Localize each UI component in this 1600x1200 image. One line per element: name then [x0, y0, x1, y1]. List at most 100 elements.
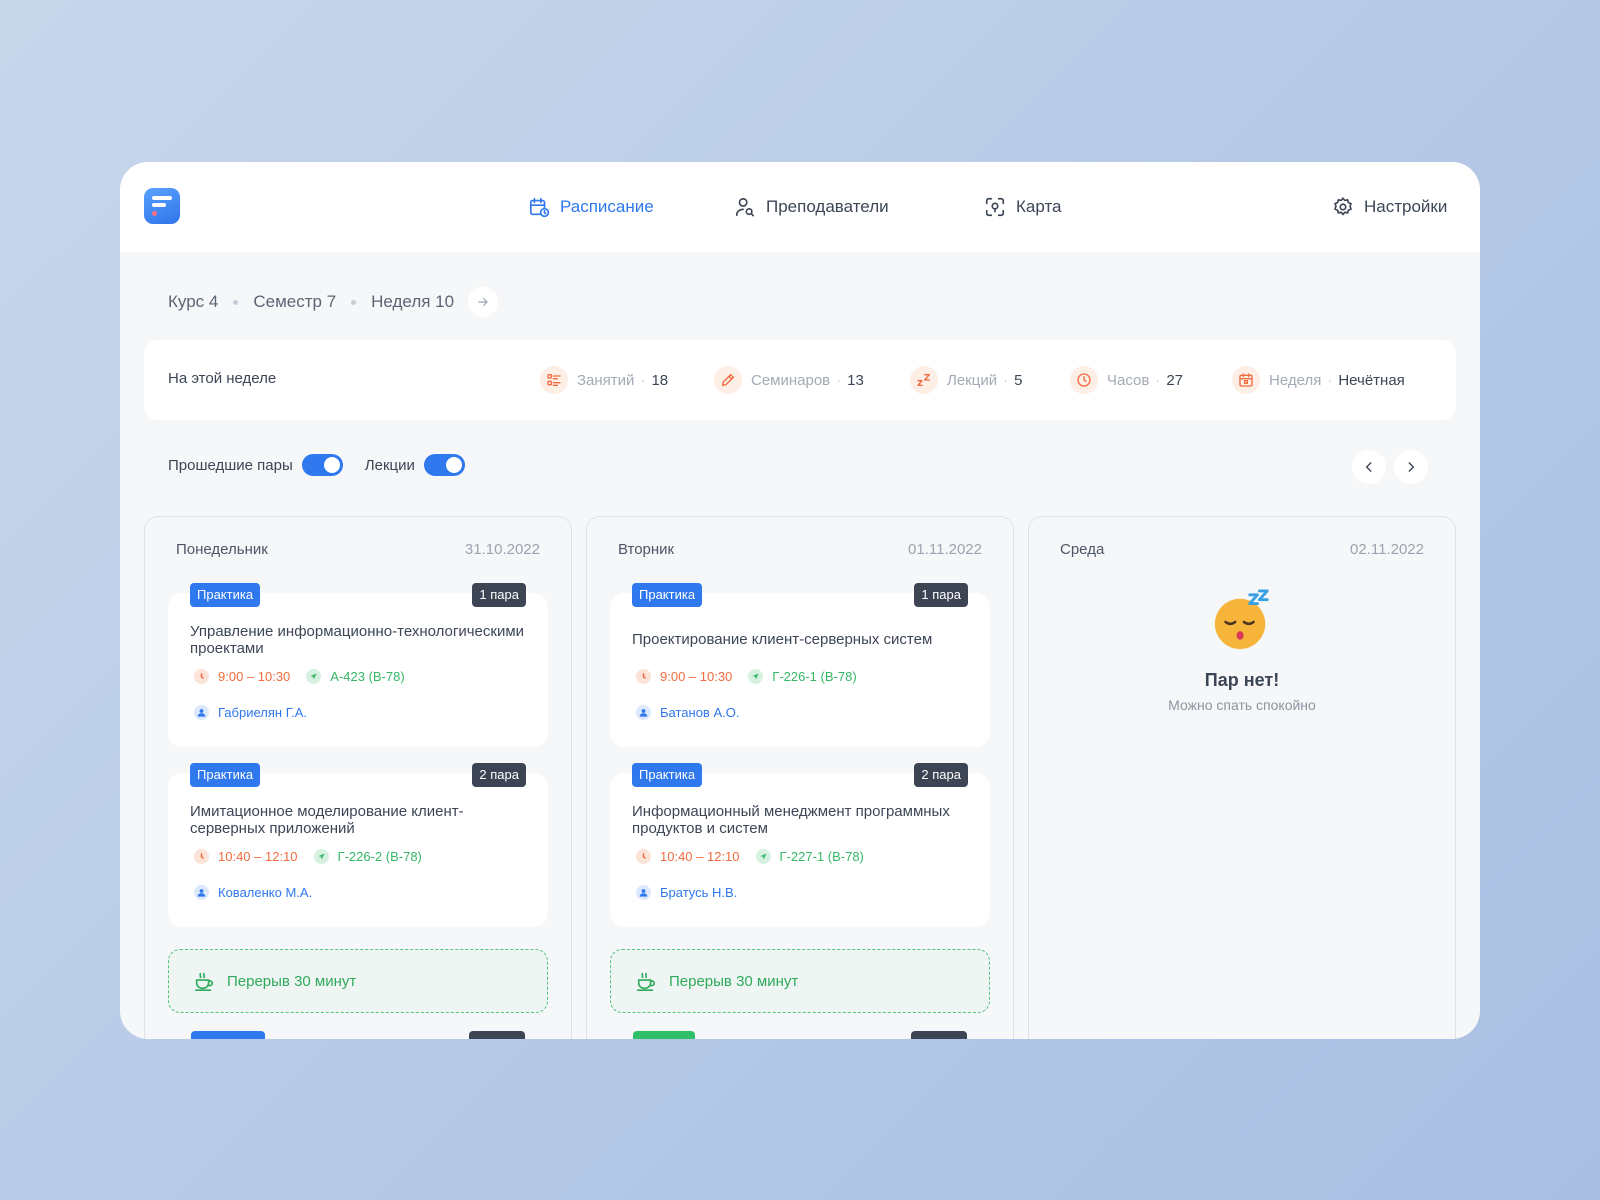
lesson-type-badge: Практика [632, 763, 703, 787]
lesson-time: 9:00 – 10:30 [660, 669, 733, 684]
lesson-slot-badge: 1 пара [472, 583, 526, 607]
next-week-button[interactable] [468, 287, 499, 317]
stat-label: Часов [1107, 371, 1150, 389]
chevron-left-icon [1365, 462, 1372, 472]
location-icon [306, 669, 322, 684]
stat-value: 27 [1166, 371, 1184, 389]
coffee-cup-icon [194, 972, 214, 991]
stat-value: 18 [651, 371, 669, 389]
user-icon [636, 705, 651, 720]
nav-schedule[interactable]: Расписание [528, 194, 654, 220]
lesson-time: 10:40 – 12:10 [218, 849, 298, 864]
empty-subtitle: Можно спать спокойно [1168, 697, 1316, 713]
nav-settings-label: Настройки [1364, 197, 1448, 216]
breadcrumb-course[interactable]: Курс 4 [168, 292, 218, 312]
day-column-tuesday: Вторник 01.11.2022 Практика 1 пара Проек… [586, 516, 1014, 1039]
break-card: Перерыв 30 минут [168, 949, 548, 1013]
lesson-card[interactable]: Практика 2 пара Информационный менеджмен… [610, 763, 990, 927]
toggle-past-label: Прошедшие пары [168, 456, 293, 474]
breadcrumb: Курс 4 Семестр 7 Неделя 10 [168, 286, 499, 318]
sleep-zz-icon [910, 366, 938, 394]
lesson-slot-badge: 1 пара [914, 583, 968, 607]
nav-settings[interactable]: Настройки [1332, 194, 1447, 220]
day-date: 01.11.2022 [908, 541, 982, 558]
lesson-time: 9:00 – 10:30 [218, 669, 291, 684]
stats-title: На этой неделе [168, 370, 277, 387]
lesson-teacher[interactable]: Батанов А.О. [660, 705, 739, 720]
clock-icon [636, 669, 651, 684]
break-label: Перерыв 30 минут [669, 972, 799, 990]
nav-map[interactable]: Карта [984, 194, 1062, 220]
lesson-card[interactable]: Практика 1 пара Управление информационно… [168, 583, 548, 747]
toggle-lectures[interactable] [423, 454, 465, 476]
nav-map-label: Карта [1016, 197, 1062, 216]
stat-label: Неделя [1269, 371, 1322, 389]
lesson-teacher[interactable]: Братусь Н.В. [660, 885, 737, 900]
lesson-teacher[interactable]: Коваленко М.А. [218, 885, 312, 900]
lesson-slot-badge: 2 пара [472, 763, 526, 787]
lesson-slot-badge [911, 1031, 967, 1039]
app-logo[interactable] [144, 188, 180, 224]
location-icon [748, 669, 764, 684]
day-name: Понедельник [176, 541, 268, 558]
day-column-monday: Понедельник 31.10.2022 Практика 1 пара У… [144, 516, 572, 1039]
stat-lectures: Лекций · 5 [910, 366, 1022, 394]
chevron-right-icon [1408, 462, 1415, 472]
lesson-title: Проектирование клиент-серверных систем [632, 631, 933, 648]
lesson-room: Г-226-2 (В-78) [337, 849, 422, 864]
arrow-right-icon [478, 297, 489, 307]
lesson-teacher[interactable]: Габриелян Г.А. [218, 705, 307, 720]
stat-lessons: Занятий · 18 [540, 366, 668, 394]
lesson-type-badge [633, 1031, 695, 1039]
day-date: 31.10.2022 [464, 541, 540, 558]
stat-label: Лекций [947, 371, 998, 389]
lesson-room: Г-227-1 (В-78) [779, 849, 864, 864]
stat-hours: Часов · 27 [1070, 366, 1183, 394]
stat-label: Семинаров [751, 371, 831, 389]
lesson-type-badge: Практика [632, 583, 703, 607]
nav-teachers[interactable]: Преподаватели [734, 194, 889, 220]
empty-day-state: Пар нет! Можно спать спокойно [1029, 589, 1455, 713]
user-icon [194, 705, 209, 720]
day-name: Среда [1060, 541, 1105, 558]
clock-icon [1070, 366, 1098, 394]
gear-icon [1334, 197, 1352, 216]
lesson-title: Информационный менеджмент программных пр… [632, 803, 950, 837]
pencil-icon [714, 366, 742, 394]
nav-schedule-label: Расписание [560, 197, 654, 216]
stat-value: 13 [847, 371, 864, 389]
user-icon [636, 885, 651, 900]
sleeping-face-icon [1214, 589, 1269, 650]
stat-value: 5 [1014, 371, 1023, 389]
nav-teachers-label: Преподаватели [766, 197, 889, 216]
location-icon [755, 849, 771, 864]
prev-days-button[interactable] [1352, 450, 1386, 484]
lesson-type-badge: Практика [190, 583, 261, 607]
lesson-slot-badge: 2 пара [914, 763, 968, 787]
coffee-cup-icon [636, 972, 656, 991]
clock-icon [194, 849, 209, 864]
top-navigation: Расписание Преподаватели Карта Настройки [120, 162, 1480, 252]
next-days-button[interactable] [1394, 450, 1428, 484]
calendar-clock-icon [529, 197, 550, 218]
filter-toggles: Прошедшие пары Лекции [168, 452, 487, 478]
clock-icon [636, 849, 651, 864]
lesson-card[interactable]: Практика 2 пара Имитационное моделирован… [168, 763, 548, 927]
stat-label: Занятий [577, 371, 635, 389]
breadcrumb-week[interactable]: Неделя 10 [371, 292, 454, 312]
lesson-slot-badge [469, 1031, 525, 1039]
user-search-icon [735, 197, 755, 217]
clock-icon [194, 669, 209, 684]
lesson-room: А-423 (В-78) [330, 669, 405, 684]
lesson-card[interactable]: Практика 1 пара Проектирование клиент-се… [610, 583, 990, 747]
breadcrumb-semester[interactable]: Семестр 7 [253, 292, 336, 312]
day-date: 02.11.2022 [1350, 541, 1424, 558]
lesson-room: Г-226-1 (В-78) [772, 669, 857, 684]
location-icon [313, 849, 329, 864]
day-column-wednesday: Среда 02.11.2022 Пар нет! Можно спать сп… [1028, 516, 1456, 1039]
breadcrumb-separator [233, 299, 239, 305]
toggle-past-lessons[interactable] [301, 454, 343, 476]
break-card: Перерыв 30 минут [610, 949, 990, 1013]
calendar-icon [1232, 366, 1260, 394]
list-icon [540, 366, 568, 394]
